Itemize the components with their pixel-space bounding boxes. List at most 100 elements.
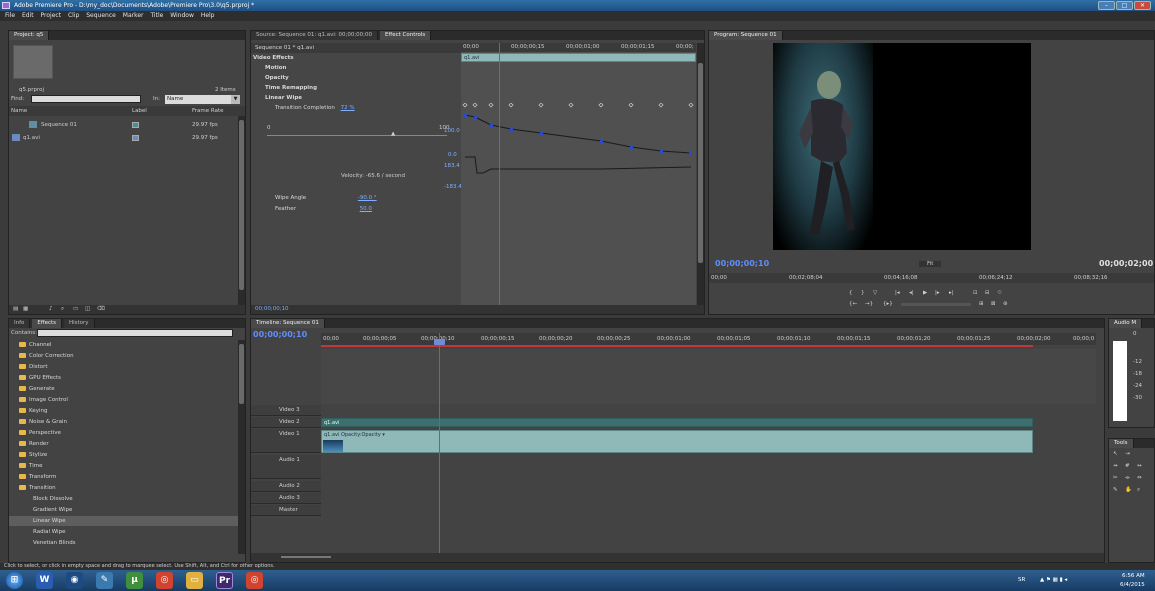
menu-help[interactable]: Help [201,11,215,21]
wipe-angle-value[interactable]: -90.0 ° [358,195,377,201]
tab-project[interactable]: Project: q5 [9,31,50,40]
chrome-icon[interactable]: ◎ [156,572,173,589]
tab-info[interactable]: Info [9,319,31,328]
effect-opacity[interactable]: Opacity [251,73,461,83]
menu-file[interactable]: File [5,11,15,21]
column-label[interactable]: Label [132,108,147,114]
minimize-button[interactable]: – [1098,1,1115,10]
mark-out-icon[interactable]: } [861,290,865,296]
clip-video-1[interactable]: q1.avi Opacity:Opacity ▾ [321,430,1033,453]
slip-tool-icon[interactable]: ⟛ [1125,475,1130,482]
menu-edit[interactable]: Edit [22,11,34,21]
marker-icon[interactable]: ▽ [873,290,877,296]
utorrent-icon[interactable]: μ [126,572,143,589]
column-name[interactable]: Name [11,108,27,114]
effects-folder[interactable]: Perspective [9,428,239,438]
effects-folder[interactable]: Noise & Grain [9,417,239,427]
effect-item-selected[interactable]: Linear Wipe [9,516,239,526]
effects-folder[interactable]: Render [9,439,239,449]
effect-time-remapping[interactable]: Time Remapping [251,83,461,93]
menu-project[interactable]: Project [41,11,62,21]
lift-icon[interactable]: ⊡ [973,290,978,296]
play-icon[interactable]: ▶ [923,290,927,296]
rewind-icon[interactable]: ◂| [909,290,914,296]
feather-value[interactable]: 50.0 [360,206,372,212]
keyframe[interactable] [660,150,663,153]
list-view-icon[interactable]: ▤ [13,306,18,312]
clip-video-2[interactable]: q1.avi [321,418,1033,427]
new-item-icon[interactable]: ◫ [85,306,90,312]
go-to-out-icon[interactable]: ▸| [949,290,954,296]
tab-tools[interactable]: Tools [1109,439,1134,448]
firefox-icon[interactable]: ◉ [66,572,83,589]
track-video-3[interactable]: Video 3 [251,405,321,416]
keyframe[interactable] [464,114,467,117]
go-to-in-icon[interactable]: {← [849,301,857,307]
track-select-tool-icon[interactable]: ⇥ [1125,451,1130,457]
effects-folder[interactable]: Color Correction [9,351,239,361]
timeline-timecode[interactable]: 00;00;00;10 [253,330,307,339]
track-video-2[interactable]: Video 2 [251,417,321,428]
work-area-bar[interactable] [321,345,1033,347]
jog-shuttle[interactable] [901,303,971,306]
tab-effects[interactable]: Effects [32,319,63,328]
icon-view-icon[interactable]: ▦ [23,306,28,312]
effects-folder[interactable]: Transform [9,472,239,482]
effects-scrollbar[interactable] [238,340,245,554]
clock-time[interactable]: 6:56 AM [1122,573,1145,579]
keyframe[interactable] [689,152,692,155]
rolling-edit-tool-icon[interactable]: # [1125,463,1130,469]
effects-folder[interactable]: Stylize [9,450,239,460]
menu-window[interactable]: Window [170,11,194,21]
tab-audio-master[interactable]: Audio M [1109,319,1143,328]
track-audio-1[interactable]: Audio 1 [251,455,321,479]
extract-icon[interactable]: ⊟ [985,290,990,296]
effect-item[interactable]: Radial Wipe [9,527,239,537]
keyframe[interactable] [474,116,477,119]
effect-timecode[interactable]: 00;00;00;10 [255,306,289,312]
transition-slider[interactable] [267,135,447,136]
mark-in-icon[interactable]: { [849,290,853,296]
trim-icon[interactable]: ♲ [997,290,1002,296]
playhead-handle[interactable] [434,339,445,345]
keyframe[interactable] [600,140,603,143]
tab-timeline[interactable]: Timeline: Sequence 01 [251,319,325,328]
step-back-icon[interactable]: |◂ [895,290,900,296]
keyframe[interactable] [490,124,493,127]
effects-folder[interactable]: Transition [9,483,239,493]
play-in-out-icon[interactable]: {▸} [883,301,893,307]
razor-tool-icon[interactable]: ✂ [1113,475,1118,481]
premiere-taskbar-icon[interactable]: Pr [216,572,233,589]
keyframe[interactable] [630,146,633,149]
zoom-tool-icon[interactable]: ⌕ [1137,487,1140,494]
effect-keyframe-area[interactable]: 00;00 00;00;00;15 00;00;01;00 00;00;01;1… [461,43,696,305]
track-audio-3[interactable]: Audio 3 [251,493,321,504]
language-indicator[interactable]: SR [1018,577,1025,583]
chrome-icon[interactable]: ◎ [246,572,263,589]
effects-folder[interactable]: Channel [9,340,239,350]
effect-playhead[interactable] [499,43,500,305]
track-audio-2[interactable]: Audio 2 [251,481,321,492]
effects-folder[interactable]: Keying [9,406,239,416]
effects-folder[interactable]: Time [9,461,239,471]
new-bin-icon[interactable]: ▭ [73,306,78,312]
menu-clip[interactable]: Clip [68,11,79,21]
project-scrollbar[interactable] [238,116,245,306]
effect-motion[interactable]: Motion [251,63,461,73]
clock-date[interactable]: 6/4/2015 [1120,582,1145,588]
clear-icon[interactable]: ⌫ [97,306,105,312]
in-select[interactable]: Name [165,95,231,104]
transition-completion-value[interactable]: 72 % [341,105,355,111]
column-frame-rate[interactable]: Frame Rate [192,108,224,114]
effect-item[interactable]: Venetian Blinds [9,538,239,548]
effects-search-input[interactable] [37,329,233,337]
track-video-1[interactable]: Video 1 [251,429,321,453]
find-icon[interactable]: ⌕ [61,306,64,313]
menu-sequence[interactable]: Sequence [86,11,116,21]
table-row[interactable]: q1.avi 29.97 fps [9,132,245,144]
menu-title[interactable]: Title [150,11,163,21]
automate-icon[interactable]: ♪ [49,306,53,312]
tab-history[interactable]: History [63,319,95,328]
keyframe[interactable] [540,132,543,135]
step-forward-icon[interactable]: |▸ [935,290,940,296]
